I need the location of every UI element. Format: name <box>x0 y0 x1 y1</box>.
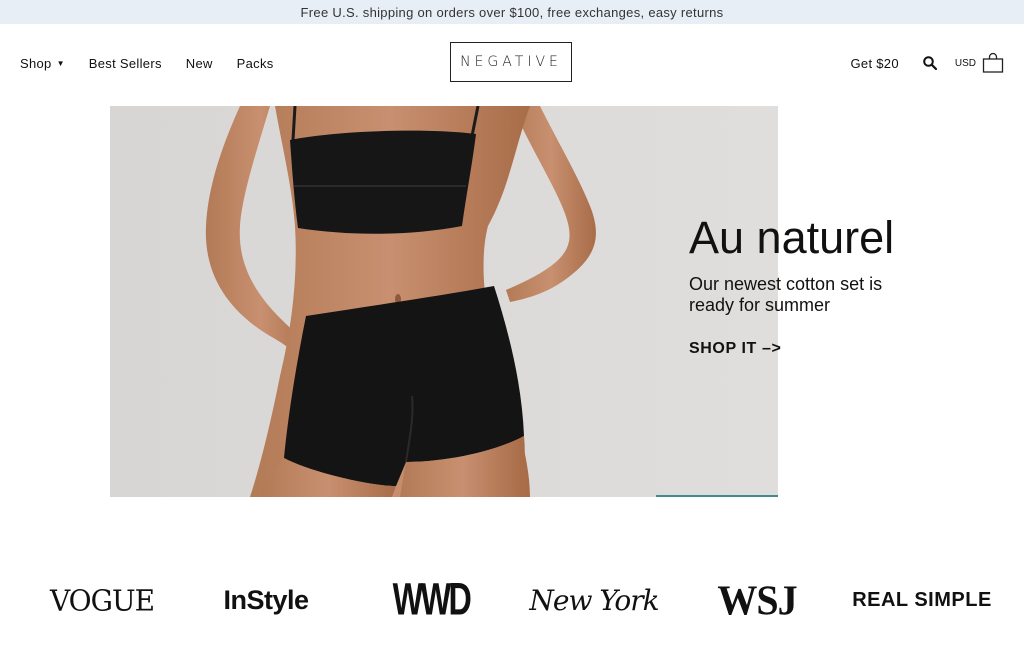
hero-subtitle: Our newest cotton set is ready for summe… <box>689 274 883 315</box>
nav-new[interactable]: New <box>186 56 213 71</box>
chevron-down-icon: ▼ <box>56 58 65 68</box>
nav-shop-label: Shop <box>20 55 52 71</box>
shop-it-link[interactable]: SHOP IT –> <box>689 340 781 358</box>
vogue-logo: VOGUE <box>49 582 155 618</box>
wwd-logo: WWD <box>392 574 472 625</box>
announcement-bar: Free U.S. shipping on orders over $100, … <box>0 0 1024 24</box>
hero-title: Au naturel <box>689 212 895 263</box>
announcement-text: Free U.S. shipping on orders over $100, … <box>300 4 724 20</box>
nav-shop[interactable]: Shop ▼ <box>20 56 65 71</box>
get-20-link[interactable]: Get $20 <box>851 56 899 71</box>
nav-left: Shop ▼ Best Sellers New Packs <box>20 24 298 102</box>
nav-best-sellers[interactable]: Best Sellers <box>89 56 162 71</box>
instyle-logo: InStyle <box>223 584 309 615</box>
new-york-logo: New York <box>529 583 659 617</box>
search-icon[interactable] <box>921 54 939 72</box>
wsj-logo: WSJ <box>717 576 797 624</box>
shopping-bag-icon[interactable] <box>982 52 1004 74</box>
currency-selector[interactable]: USD <box>955 58 976 69</box>
hero-banner[interactable] <box>110 106 778 497</box>
nav-packs[interactable]: Packs <box>237 56 274 71</box>
hero-text-block: Au naturel Our newest cotton set is read… <box>689 212 1009 358</box>
top-navigation: Shop ▼ Best Sellers New Packs NEGATIVE G… <box>0 24 1024 102</box>
press-logos: VOGUE InStyle WWD New York WSJ REAL SIMP… <box>0 560 1024 640</box>
brand-logo[interactable]: NEGATIVE <box>450 42 572 82</box>
hero-slider-progress <box>656 495 778 497</box>
hero-model-image <box>110 106 778 497</box>
nav-right: Get $20 USD <box>851 24 1004 102</box>
real-simple-logo: REAL SIMPLE <box>852 588 992 611</box>
